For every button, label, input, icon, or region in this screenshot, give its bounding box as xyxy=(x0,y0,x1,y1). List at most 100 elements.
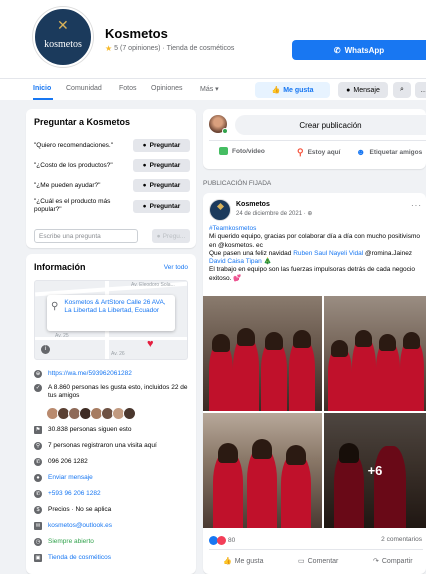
post-photo[interactable] xyxy=(203,413,322,528)
info-likes: ✓ A 8.860 personas les gusta esto, inclu… xyxy=(34,384,194,400)
whatsapp-link[interactable]: +593 96 206 1282 xyxy=(48,490,101,498)
tag-friends-button[interactable]: ☻ Etiquetar amigos xyxy=(356,147,422,157)
messenger-icon: ● xyxy=(34,474,42,482)
photo-figure xyxy=(213,452,243,528)
post-photo[interactable] xyxy=(203,296,322,411)
photo-figure xyxy=(355,330,372,347)
info-email[interactable]: ✉ kosmetos@outlook.es xyxy=(34,522,194,530)
category-tag-icon: ▣ xyxy=(34,554,42,562)
online-status-dot xyxy=(222,128,228,134)
whatsapp-button[interactable]: ✆ WhatsApp xyxy=(292,40,426,60)
post-share-button[interactable]: ↷ Compartir xyxy=(373,557,413,566)
avatar[interactable] xyxy=(209,115,228,134)
tab-comunidad[interactable]: Comunidad xyxy=(66,85,102,92)
photo-figure xyxy=(331,340,348,357)
photo-figure xyxy=(400,339,424,411)
post-comment-button[interactable]: ▭ Comentar xyxy=(298,557,338,566)
location-map[interactable]: Av. Eleodoro Sola... Av. 25 Av. 26 ⚲ Kos… xyxy=(34,280,188,360)
ask-button[interactable]: ● Preguntar xyxy=(133,179,190,192)
comment-count[interactable]: 2 comentarios xyxy=(381,536,422,543)
logo-leaf-icon: ✕ xyxy=(57,17,69,33)
info-website[interactable]: ⊕ https://wa.me/593962061282 xyxy=(34,370,194,378)
address-card[interactable]: ⚲ Kosmetos & ArtStore Calle 26 AVA, La L… xyxy=(47,295,175,331)
page-title[interactable]: Kosmetos xyxy=(105,26,168,41)
photo-figure xyxy=(209,343,233,411)
ask-button[interactable]: ● Preguntar xyxy=(133,199,190,213)
info-whatsapp[interactable]: ✆ +593 96 206 1282 xyxy=(34,490,194,498)
messenger-icon: ● xyxy=(156,232,161,240)
reaction-count: 80 xyxy=(228,537,236,544)
info-phone[interactable]: ✆ 096 206 1282 xyxy=(34,458,194,466)
page-tabs: Inicio Comunidad Fotos Opiniones Más ▾ 👍… xyxy=(0,78,426,100)
hashtag-link[interactable]: #Teamkosmetos xyxy=(209,225,256,232)
info-send-message[interactable]: ● Enviar mensaje xyxy=(34,474,194,482)
whatsapp-icon: ✆ xyxy=(34,490,42,498)
star-icon: ★ xyxy=(105,44,113,53)
tab-mas[interactable]: Más ▾ xyxy=(200,85,219,93)
post-text-line: 🎄 xyxy=(261,258,272,266)
pinned-post-label: PUBLICACIÓN FIJADA xyxy=(203,180,272,187)
photo-figure xyxy=(252,439,272,459)
send-question-button[interactable]: ● Pregu... xyxy=(152,229,190,243)
map-street-label: Av. Eleodoro Sola... xyxy=(131,282,175,288)
tab-fotos[interactable]: Fotos xyxy=(119,85,137,92)
map-info-icon[interactable]: i xyxy=(41,345,50,354)
photo-figure xyxy=(379,334,396,351)
price-tag-icon: $ xyxy=(34,506,42,514)
search-button[interactable]: ⌕ xyxy=(393,82,411,98)
thumbs-up-icon: ✓ xyxy=(34,384,42,392)
ask-button[interactable]: ● Preguntar xyxy=(133,139,190,152)
post-photo[interactable]: +6 xyxy=(324,413,426,528)
photo-icon xyxy=(219,147,228,155)
category-link[interactable]: Tienda de cosméticos xyxy=(48,554,111,562)
info-card: Información Ver todo Av. Eleodoro Sola..… xyxy=(26,254,196,574)
search-icon: ⌕ xyxy=(400,86,404,93)
more-photos-overlay[interactable]: +6 xyxy=(324,413,426,528)
mention-link[interactable]: David Caisa Tipan xyxy=(209,258,262,265)
info-category[interactable]: ▣ Tienda de cosméticos xyxy=(34,554,194,562)
post-options-button[interactable]: ··· xyxy=(411,201,422,210)
website-link[interactable]: https://wa.me/593962061282 xyxy=(48,370,132,378)
ask-button[interactable]: ● Preguntar xyxy=(133,159,190,172)
divider xyxy=(209,549,423,550)
friend-avatars[interactable] xyxy=(46,407,136,420)
email-icon: ✉ xyxy=(34,522,42,530)
question-row: "Quiero recomendaciones." ● Preguntar xyxy=(34,139,190,152)
messenger-icon: ● xyxy=(142,162,147,169)
question-text: "¿Me pueden ayudar?" xyxy=(34,181,101,189)
hours-text: Siempre abierto xyxy=(48,538,94,545)
ask-title: Preguntar a Kosmetos xyxy=(34,117,131,127)
mention-link[interactable]: Ruben Saul Nayeli Vidal xyxy=(293,250,363,257)
send-message-link[interactable]: Enviar mensaje xyxy=(48,474,93,482)
email-link[interactable]: kosmetos@outlook.es xyxy=(48,522,112,530)
like-page-button[interactable]: 👍 Me gusta xyxy=(255,82,330,98)
question-input[interactable]: Escribe una pregunta xyxy=(34,229,138,243)
photo-figure xyxy=(265,332,283,350)
create-post-input[interactable]: Crear publicación xyxy=(235,115,426,135)
tab-opiniones[interactable]: Opiniones xyxy=(151,85,183,92)
photo-figure xyxy=(293,330,311,348)
map-street-label: Av. 26 xyxy=(111,351,125,357)
see-all-link[interactable]: Ver todo xyxy=(164,264,188,271)
photo-video-button[interactable]: Foto/video xyxy=(219,147,265,155)
post-like-button[interactable]: 👍 Me gusta xyxy=(223,557,264,566)
post-author[interactable]: Kosmetos xyxy=(236,201,270,208)
map-marker-icon: ♥ xyxy=(147,338,154,350)
avatar[interactable] xyxy=(209,199,231,221)
post-date[interactable]: 24 de diciembre de 2021 · ⊕ xyxy=(236,210,312,217)
reactions-summary[interactable]: 80 xyxy=(209,536,235,545)
message-button[interactable]: ● Mensaje xyxy=(338,82,388,98)
checkins-text: 7 personas registraron una visita aquí xyxy=(48,442,157,449)
pinned-post: Kosmetos 24 de diciembre de 2021 · ⊕ ···… xyxy=(203,193,426,574)
ask-card: Preguntar a Kosmetos "Quiero recomendaci… xyxy=(26,109,196,248)
globe-icon: ⊕ xyxy=(307,211,313,217)
photo-video-label: Foto/video xyxy=(232,147,265,155)
post-date-text: 24 de diciembre de 2021 · xyxy=(236,211,308,217)
tab-inicio[interactable]: Inicio xyxy=(33,85,51,92)
whatsapp-label: WhatsApp xyxy=(344,45,385,55)
messenger-icon: ● xyxy=(142,182,147,189)
post-photo[interactable] xyxy=(324,296,426,411)
check-in-button[interactable]: ⚲ Estoy aquí xyxy=(297,147,340,158)
more-options-button[interactable]: … xyxy=(415,82,426,98)
page-logo[interactable]: ✕ kosmetos xyxy=(33,7,93,67)
